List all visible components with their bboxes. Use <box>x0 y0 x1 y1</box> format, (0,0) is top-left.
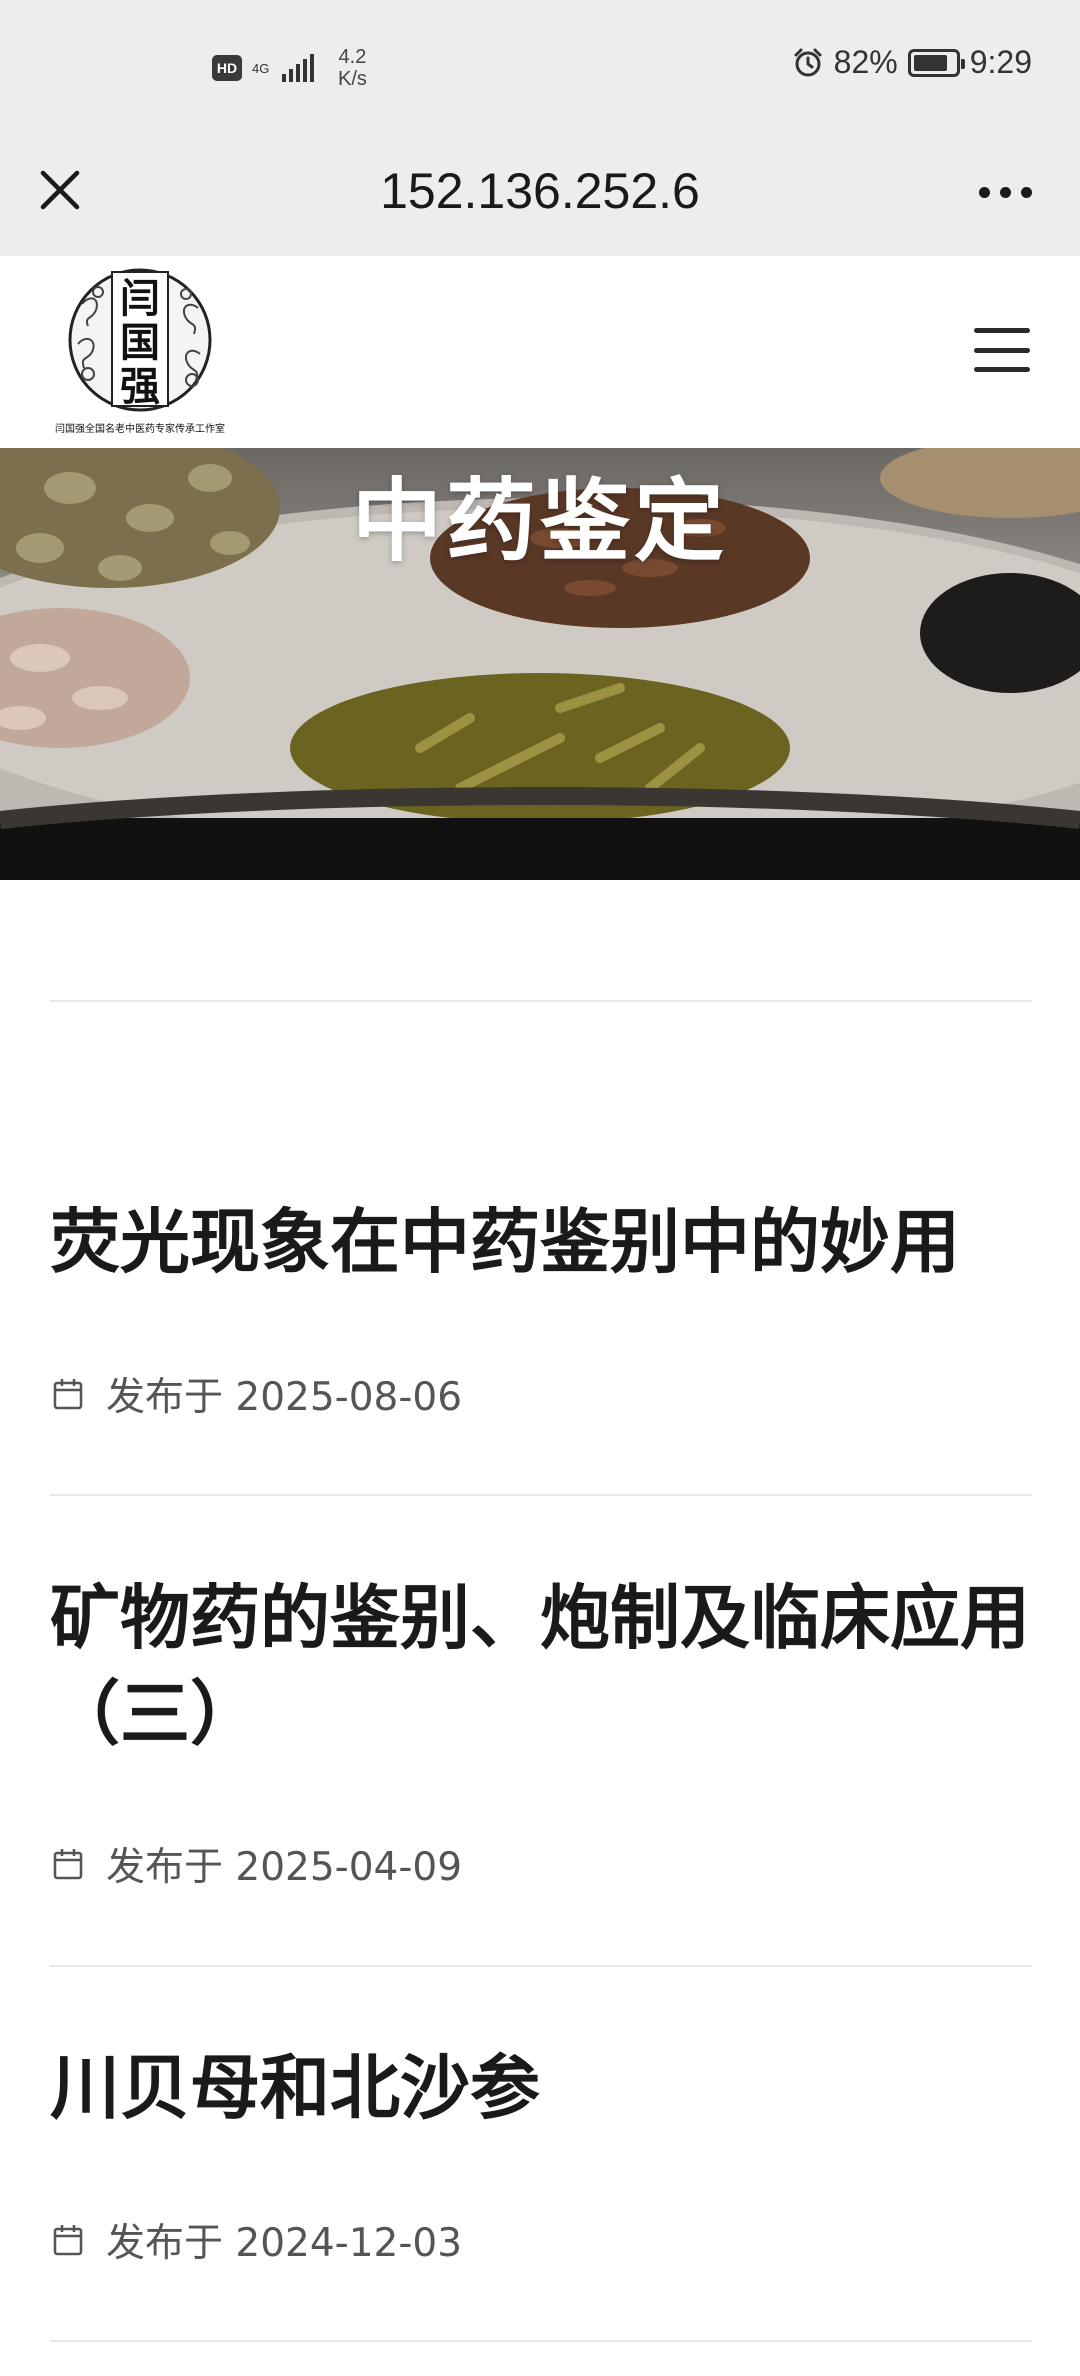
post-date: 发布于 2024-12-03 <box>106 2221 463 2266</box>
hamburger-icon[interactable] <box>974 328 1030 372</box>
post-date: 发布于 2025-08-06 <box>106 1375 463 1420</box>
list-divider <box>50 2340 1032 2342</box>
post-title[interactable]: 川贝母和北沙参 <box>50 2040 1040 2136</box>
speed-unit: K/s <box>338 68 367 90</box>
battery-percent: 82% <box>833 44 898 80</box>
logo-char-1: 闫 <box>120 275 160 322</box>
status-left: HD 4G 4.2 K/s <box>212 46 367 90</box>
hd-badge: HD <box>212 55 242 81</box>
speed-value: 4.2 <box>338 46 367 68</box>
hero-title: 中药鉴定 <box>352 469 728 574</box>
calendar-icon <box>53 2225 83 2256</box>
network-type: 4G <box>252 60 270 76</box>
calendar-icon <box>53 1379 83 1410</box>
site-logo[interactable]: 闫 国 强 闫国强全国名老中医药专家传承工作室 <box>48 264 232 436</box>
post-meta: 发布于 2025-04-09 <box>52 1836 462 1892</box>
list-divider <box>50 1965 1032 1967</box>
status-right: 82% 9:29 <box>792 44 1032 81</box>
hero-banner: 中药鉴定 <box>0 448 1080 880</box>
network-speed: 4.2 K/s <box>338 46 367 90</box>
post-meta: 发布于 2025-08-06 <box>52 1366 462 1422</box>
signal-icon <box>282 54 314 82</box>
list-divider <box>50 1494 1032 1496</box>
post-meta: 发布于 2024-12-03 <box>52 2212 462 2268</box>
calendar-icon <box>53 1849 83 1880</box>
logo-char-3: 强 <box>120 363 160 410</box>
more-icon[interactable] <box>970 180 1040 204</box>
browser-toolbar: 152.136.252.6 <box>0 130 1080 256</box>
site-header: 闫 国 强 闫国强全国名老中医药专家传承工作室 <box>0 256 1080 448</box>
logo-caption: 闫国强全国名老中医药专家传承工作室 <box>55 422 225 435</box>
page-url: 152.136.252.6 <box>380 163 700 219</box>
battery-icon <box>907 48 965 77</box>
post-title[interactable]: 荧光现象在中药鉴别中的妙用 <box>50 1194 1040 1290</box>
logo-char-2: 国 <box>120 319 160 366</box>
alarm-icon <box>794 48 822 76</box>
battery-fill <box>913 54 947 71</box>
list-top-divider <box>50 1000 1032 1002</box>
clock: 9:29 <box>969 44 1032 80</box>
status-bar: HD 4G 4.2 K/s 82% 9:29 <box>0 0 1080 130</box>
post-title[interactable]: 矿物药的鉴别、炮制及临床应用（三） <box>50 1570 1040 1762</box>
post-date: 发布于 2025-04-09 <box>106 1845 463 1890</box>
